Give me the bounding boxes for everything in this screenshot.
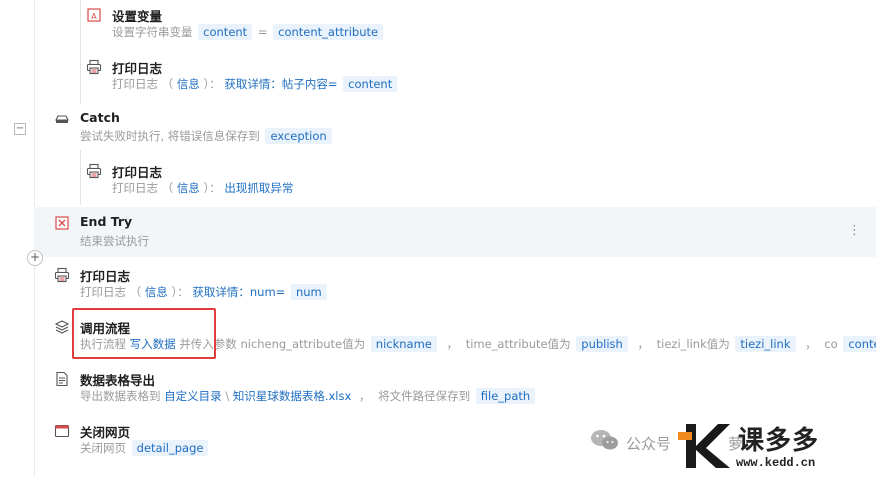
step-title: End Try (80, 214, 133, 229)
brand-name: 课多多 (738, 426, 820, 456)
collapse-toggle[interactable]: − (14, 123, 26, 135)
brand-logo-icon (678, 424, 730, 468)
step-title: 设置变量 (112, 9, 163, 24)
svg-text:A: A (91, 12, 97, 21)
step-title: 关闭网页 (80, 425, 131, 440)
brand-domain: www.kedd.cn (736, 456, 816, 470)
table-export-icon (56, 371, 68, 387)
file-link[interactable]: 知识星球数据表格.xlsx (233, 388, 351, 404)
printer-icon (54, 267, 70, 283)
variable-chip[interactable]: content_attribute (273, 24, 384, 40)
variable-chip[interactable]: detail_page (131, 440, 209, 456)
variable-chip[interactable]: conte (843, 336, 876, 352)
printer-icon (86, 163, 102, 179)
dir-link[interactable]: 自定义目录 (164, 388, 222, 404)
log-level-link[interactable]: 信息 (145, 284, 168, 300)
step-title: 打印日志 (112, 165, 163, 180)
flow-layers-icon (54, 320, 70, 334)
step-title: 数据表格导出 (80, 373, 156, 388)
log-level-link[interactable]: 信息 (177, 76, 200, 92)
step-title: 打印日志 (80, 269, 131, 284)
variable-chip[interactable]: tiezi_link (735, 336, 796, 352)
step-desc: 尝试失败时执行, 将错误信息保存到 exception (80, 128, 334, 144)
variable-chip[interactable]: file_path (475, 388, 536, 404)
end-try-icon (55, 216, 69, 230)
add-step-button[interactable]: + (27, 250, 43, 266)
highlight-box (72, 308, 216, 359)
catch-block-guide (80, 150, 81, 205)
log-level-link[interactable]: 信息 (177, 180, 200, 196)
variable-chip[interactable]: publish (576, 336, 628, 352)
variable-chip[interactable]: content (198, 24, 253, 40)
variable-chip[interactable]: content (343, 76, 398, 92)
step-end-try[interactable]: End Try 结束尝试执行 ⋮ (34, 207, 876, 257)
step-desc: 打印日志 （ 信息 ）： 获取详情：num= num (80, 284, 329, 300)
step-desc: 关闭网页 detail_page (80, 440, 210, 456)
printer-icon (86, 59, 102, 75)
step-title: Catch (80, 110, 120, 125)
catch-icon (55, 115, 69, 123)
variable-icon: A (87, 8, 101, 22)
more-options-icon[interactable]: ⋮ (848, 223, 861, 238)
try-block-guide (80, 0, 81, 104)
step-title: 打印日志 (112, 61, 163, 76)
wechat-icon (591, 430, 618, 450)
step-desc: 打印日志 （ 信息 ）： 出现抓取异常 (112, 180, 294, 196)
step-desc: 结束尝试执行 (80, 234, 149, 248)
step-desc: 导出数据表格到 自定义目录 \ 知识星球数据表格.xlsx ， 将文件路径保存到… (80, 388, 537, 404)
variable-chip[interactable]: exception (265, 128, 332, 144)
watermark-text: 公众号 (626, 435, 672, 453)
step-desc: 设置字符串变量 content = content_attribute (112, 24, 385, 40)
browser-icon (54, 424, 70, 438)
variable-chip[interactable]: nickname (370, 336, 437, 352)
step-desc: 打印日志 （ 信息 ）： 获取详情：帖子内容= content (112, 76, 399, 92)
variable-chip[interactable]: num (290, 284, 327, 300)
